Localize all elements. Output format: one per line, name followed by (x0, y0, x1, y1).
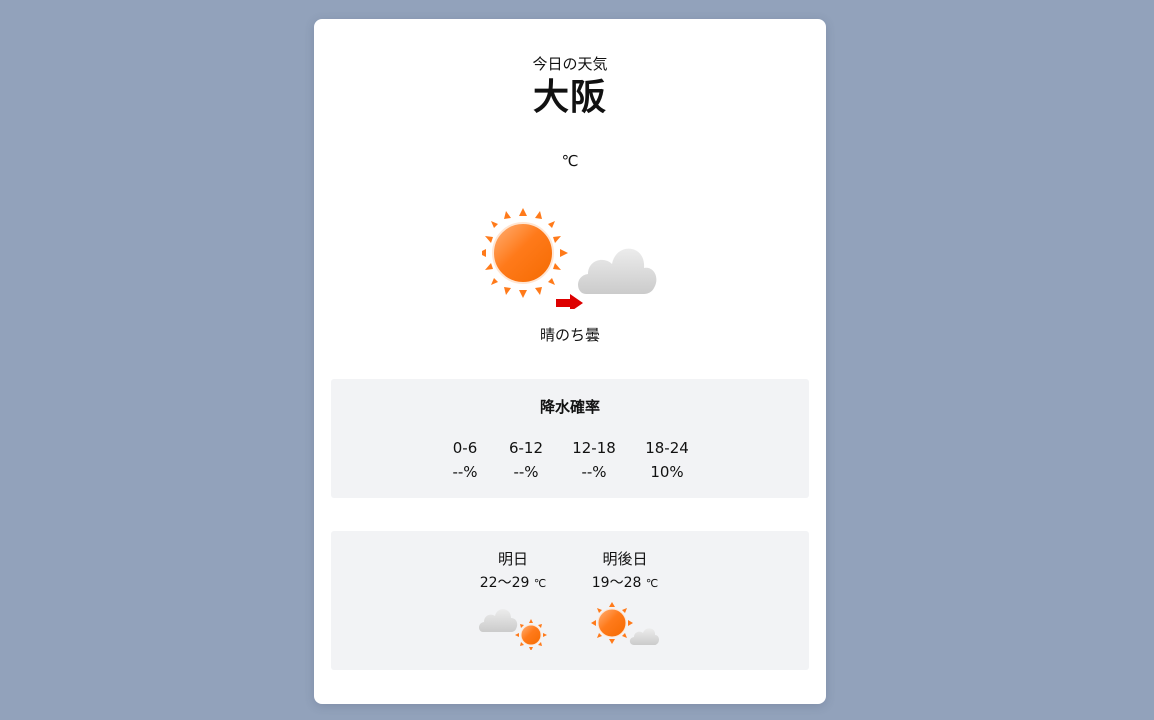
period-value: --% (513, 463, 539, 481)
page-subtitle: 今日の天気 (532, 55, 608, 73)
period-label: 0-6 (452, 439, 478, 457)
forecast-panel: 明日 22〜29 ℃ 明後日 19〜28 ℃ (331, 531, 809, 670)
period-label: 6-12 (508, 439, 544, 457)
precipitation-panel: 降水確率 0-6 --% 6-12 --% 12-18 --% 18-24 10… (331, 379, 809, 498)
precip-period-0-6: 0-6 --% (430, 436, 500, 484)
precipitation-title: 降水確率 (539, 398, 600, 416)
forecast-temp-range: 19〜28 (591, 575, 642, 591)
precip-period-12-18: 12-18 --% (559, 436, 629, 484)
weather-card: 今日の天気 大阪 ℃ 晴のち曇 降水確率 0-6 --% 6-12 --% 12… (314, 19, 826, 704)
period-value: --% (452, 463, 478, 481)
forecast-day-label: 明後日 (602, 550, 648, 568)
forecast-temp-range: 22〜29 (479, 575, 530, 591)
sunny-then-cloudy-icon (482, 208, 657, 309)
temp-unit: ℃ (645, 577, 659, 590)
sun-icon (482, 208, 568, 298)
period-value: --% (581, 463, 607, 481)
current-temperature: ℃ (561, 152, 579, 170)
temp-unit: ℃ (533, 577, 547, 590)
sun-icon (515, 619, 547, 650)
period-label: 12-18 (572, 439, 616, 457)
period-value: 10% (650, 463, 684, 481)
forecast-tomorrow: 明日 22〜29 ℃ (463, 547, 563, 650)
forecast-temperature: 19〜28 ℃ (575, 571, 675, 596)
period-label: 18-24 (645, 439, 689, 457)
cloud-icon (578, 248, 657, 294)
forecast-day-after-tomorrow: 明後日 19〜28 ℃ (575, 547, 675, 650)
arrow-right-icon (556, 294, 583, 309)
forecast-temperature: 22〜29 ℃ (463, 571, 563, 596)
cloud-icon (629, 628, 659, 645)
forecast-day-label: 明日 (497, 550, 528, 568)
weather-condition: 晴のち曇 (539, 326, 600, 344)
cloudy-then-sunny-icon (479, 609, 547, 650)
sunny-then-cloudy-icon (591, 602, 659, 645)
precip-period-6-12: 6-12 --% (491, 436, 561, 484)
sun-icon (591, 602, 633, 644)
cloud-icon (479, 609, 518, 632)
city-name: 大阪 (532, 77, 607, 118)
precip-period-18-24: 18-24 10% (632, 436, 702, 484)
